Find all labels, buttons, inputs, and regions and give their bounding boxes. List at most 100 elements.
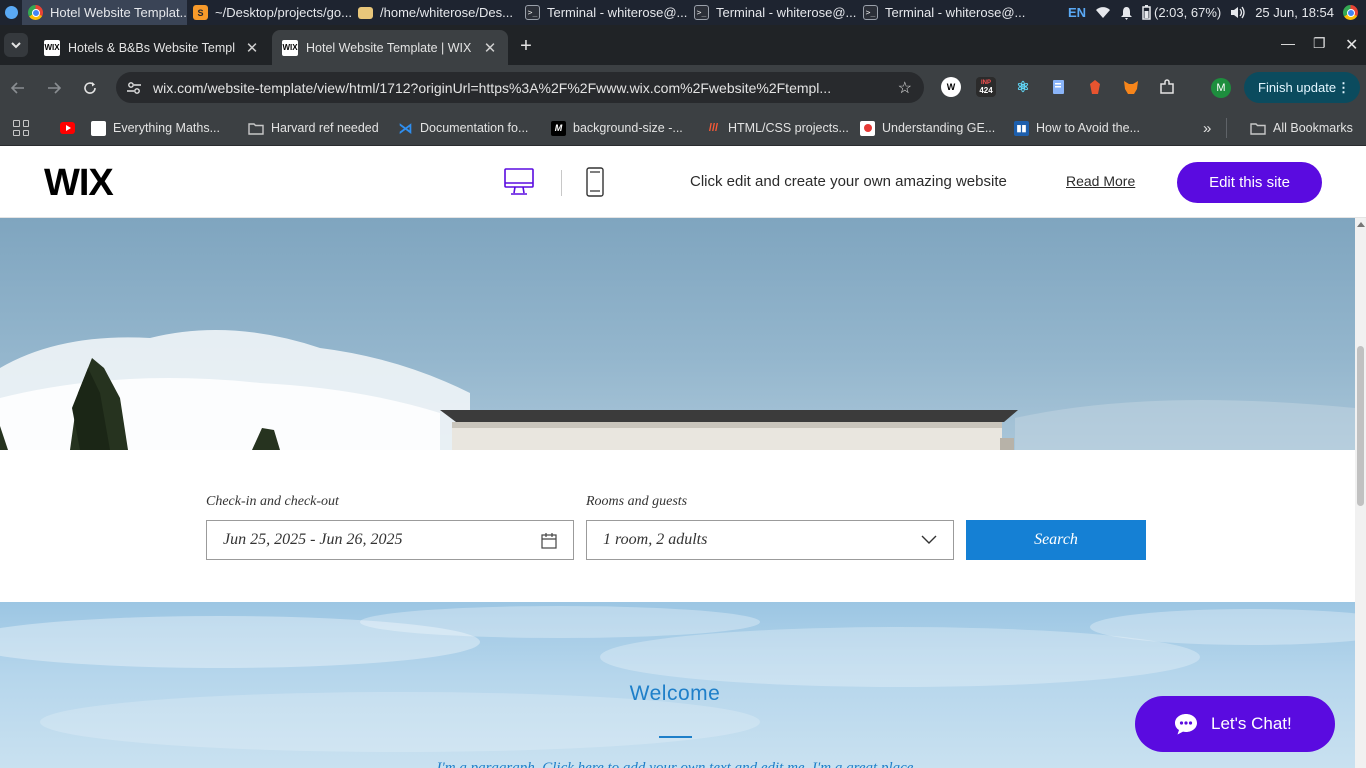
- sublime-icon: S: [193, 5, 208, 20]
- battery-icon[interactable]: [1142, 5, 1151, 20]
- task-terminal-3[interactable]: >_ Terminal - whiterose@...: [857, 0, 1025, 25]
- finish-update-label: Finish update: [1258, 80, 1337, 95]
- scroll-up-icon[interactable]: [1357, 222, 1365, 227]
- bookmark-label: Documentation fo...: [420, 121, 529, 135]
- scrollbar-thumb[interactable]: [1357, 346, 1364, 506]
- bookmark-label: How to Avoid the...: [1036, 121, 1140, 135]
- bookmark-label: HTML/CSS projects...: [728, 121, 849, 135]
- task-terminal-2[interactable]: >_ Terminal - whiterose@...: [688, 0, 857, 25]
- chat-bubble-icon: [1175, 714, 1197, 735]
- react-devtools-icon[interactable]: ⚛: [1013, 77, 1033, 97]
- folder-icon: [358, 6, 373, 19]
- mobile-view-icon[interactable]: [586, 167, 604, 197]
- wix-preview-header: WIX Click edit and create your own amazi…: [0, 146, 1366, 218]
- os-menu-icon[interactable]: [0, 0, 22, 25]
- more-menu-icon[interactable]: ⋮: [1337, 80, 1350, 96]
- all-bookmarks[interactable]: All Bookmarks: [1250, 117, 1353, 139]
- search-button[interactable]: Search: [966, 520, 1146, 560]
- volume-icon[interactable]: [1230, 6, 1246, 19]
- more-bookmarks-icon[interactable]: »: [1203, 117, 1211, 139]
- bookmark-label: background-size -...: [573, 121, 683, 135]
- red-circle-icon: [860, 120, 875, 136]
- bookmarks-divider: [1226, 118, 1227, 138]
- task-label: ~/Desktop/projects/go...: [215, 5, 352, 20]
- wix-logo[interactable]: WIX: [44, 162, 114, 205]
- bookmark-harvard-ref[interactable]: Harvard ref needed: [248, 117, 379, 139]
- back-button[interactable]: [0, 70, 36, 106]
- minimize-icon[interactable]: —: [1281, 35, 1295, 51]
- terminal-icon: >_: [863, 5, 878, 20]
- chrome-tray-icon[interactable]: [1343, 5, 1358, 20]
- bookmark-documentation[interactable]: ⋊ Documentation fo...: [398, 117, 529, 139]
- extension-w-icon[interactable]: W: [941, 77, 961, 97]
- bookmark-background-size[interactable]: M background-size -...: [551, 117, 683, 139]
- bookmark-star-icon[interactable]: ☆: [898, 78, 912, 98]
- wifi-icon[interactable]: [1095, 6, 1111, 19]
- guests-value: 1 room, 2 adults: [603, 531, 708, 548]
- bookmark-how-to-avoid[interactable]: ▮▮ How to Avoid the...: [1014, 117, 1140, 139]
- bookmark-html-css-projects[interactable]: /// HTML/CSS projects...: [706, 117, 849, 139]
- close-window-icon[interactable]: ✕: [1345, 35, 1358, 55]
- tab-title: Hotel Website Template | WIX: [306, 40, 472, 55]
- forward-button[interactable]: [36, 70, 72, 106]
- bookmark-label: Harvard ref needed: [271, 121, 379, 135]
- checkin-value: Jun 25, 2025 - Jun 26, 2025: [223, 531, 403, 548]
- terminal-icon: >_: [525, 5, 540, 20]
- reload-button[interactable]: [72, 70, 108, 106]
- docs-icon[interactable]: [1049, 77, 1069, 97]
- all-bookmarks-label: All Bookmarks: [1273, 121, 1353, 135]
- site-info-icon[interactable]: [120, 74, 148, 102]
- profile-avatar[interactable]: M: [1211, 78, 1231, 98]
- extension-inp-icon[interactable]: INP 424: [976, 77, 996, 97]
- restore-icon[interactable]: ❐: [1313, 35, 1326, 52]
- puzzle-icon[interactable]: [1157, 77, 1177, 97]
- finish-update-button[interactable]: Finish update ⋮: [1244, 72, 1360, 103]
- task-files[interactable]: /home/whiterose/Des...: [352, 0, 519, 25]
- chevron-down-icon: [11, 41, 21, 48]
- arrow-right-icon: [48, 81, 61, 94]
- bell-icon[interactable]: [1120, 6, 1133, 20]
- lets-chat-button[interactable]: Let's Chat!: [1135, 696, 1335, 752]
- bookmark-everything-maths[interactable]: Everything Maths...: [91, 117, 220, 139]
- desktop-view-icon[interactable]: [504, 168, 534, 196]
- edit-this-site-button[interactable]: Edit this site: [1177, 162, 1322, 203]
- trello-icon: ▮▮: [1014, 120, 1029, 136]
- task-label: Hotel Website Templat...: [50, 5, 187, 20]
- extension-red-icon[interactable]: [1085, 77, 1105, 97]
- task-chrome[interactable]: Hotel Website Templat...: [22, 0, 187, 25]
- address-bar[interactable]: wix.com/website-template/view/html/1712?…: [116, 72, 924, 103]
- hero-photo: [0, 330, 1355, 450]
- task-sublime[interactable]: S ~/Desktop/projects/go...: [187, 0, 352, 25]
- project-icon: ///: [708, 122, 719, 134]
- task-label: /home/whiterose/Des...: [380, 5, 513, 20]
- checkin-date-field[interactable]: Jun 25, 2025 - Jun 26, 2025: [206, 520, 574, 560]
- arrow-left-icon: [11, 81, 24, 94]
- task-terminal-1[interactable]: >_ Terminal - whiterose@...: [519, 0, 688, 25]
- hero-image: [0, 218, 1355, 450]
- close-tab-icon[interactable]: ✕: [244, 39, 260, 57]
- tab-hotel-template[interactable]: WIX Hotel Website Template | WIX ✕: [272, 30, 508, 65]
- bookmark-youtube[interactable]: [60, 117, 82, 139]
- page-scrollbar[interactable]: [1355, 218, 1366, 768]
- new-tab-button[interactable]: +: [514, 35, 538, 59]
- folder-icon: [248, 122, 264, 135]
- bookmark-label: Understanding GE...: [882, 121, 996, 135]
- close-tab-icon[interactable]: ✕: [482, 39, 498, 57]
- apps-grid-icon[interactable]: [13, 120, 29, 136]
- tab-search-button[interactable]: [4, 33, 28, 57]
- system-tray: EN (2:03, 67%) 25 Jun, 18:54: [1068, 5, 1366, 20]
- url-text[interactable]: wix.com/website-template/view/html/1712?…: [153, 80, 883, 96]
- browser-toolbar: wix.com/website-template/view/html/1712?…: [0, 65, 1366, 110]
- keyboard-layout[interactable]: EN: [1068, 5, 1086, 20]
- youtube-icon: [60, 122, 75, 134]
- checkin-label: Check-in and check-out: [206, 494, 339, 509]
- bookmark-understanding[interactable]: Understanding GE...: [860, 117, 995, 139]
- tab-hotels-bnbs[interactable]: WIX Hotels & B&Bs Website Templ ✕: [34, 30, 270, 65]
- battery-text: (2:03, 67%): [1154, 5, 1222, 20]
- metamask-icon[interactable]: [1121, 77, 1141, 97]
- rooms-guests-select[interactable]: 1 room, 2 adults: [586, 520, 954, 560]
- clock[interactable]: 25 Jun, 18:54: [1255, 5, 1334, 20]
- task-label: Terminal - whiterose@...: [547, 5, 688, 20]
- read-more-link[interactable]: Read More: [1066, 173, 1135, 189]
- guests-label: Rooms and guests: [586, 494, 688, 509]
